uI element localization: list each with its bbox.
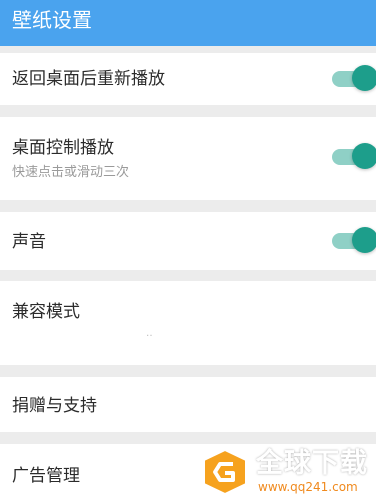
watermark: 全球下载 www.qq241.com (200, 446, 376, 500)
setting-sublabel-desktop-control: 快速点击或滑动三次 (12, 165, 130, 180)
setting-label-replay: 返回桌面后重新播放 (12, 69, 165, 89)
download-logo-icon (203, 448, 247, 496)
page-title: 壁纸设置 (12, 8, 92, 32)
watermark-brand: 全球下载 (256, 448, 368, 479)
faint-dots: ‥ (146, 328, 153, 339)
setting-row-sound[interactable]: 声音 (0, 212, 376, 270)
setting-row-replay[interactable]: 返回桌面后重新播放 (0, 53, 376, 105)
setting-label-donate: 捐赠与支持 (12, 396, 97, 416)
setting-label-desktop-control: 桌面控制播放 (12, 138, 114, 158)
setting-row-desktop-control[interactable]: 桌面控制播放 快速点击或滑动三次 (0, 117, 376, 200)
setting-label-ads: 广告管理 (12, 466, 80, 486)
toggle-knob (352, 65, 376, 91)
wallpaper-settings-screen: 壁纸设置 返回桌面后重新播放 桌面控制播放 快速点击或滑动三次 声音 兼容模式 … (0, 0, 376, 500)
top-app-bar: 壁纸设置 (0, 0, 376, 46)
sound-toggle[interactable] (332, 227, 376, 255)
setting-row-compat-mode[interactable]: 兼容模式 (0, 281, 376, 365)
toggle-knob (352, 143, 376, 169)
setting-label-compat-mode: 兼容模式 (12, 302, 80, 322)
setting-row-donate[interactable]: 捐赠与支持 (0, 377, 376, 432)
replay-toggle[interactable] (332, 65, 376, 93)
desktop-control-toggle[interactable] (332, 143, 376, 171)
watermark-url: www.qq241.com (258, 480, 358, 494)
toggle-knob (352, 227, 376, 253)
setting-label-sound: 声音 (12, 232, 46, 252)
